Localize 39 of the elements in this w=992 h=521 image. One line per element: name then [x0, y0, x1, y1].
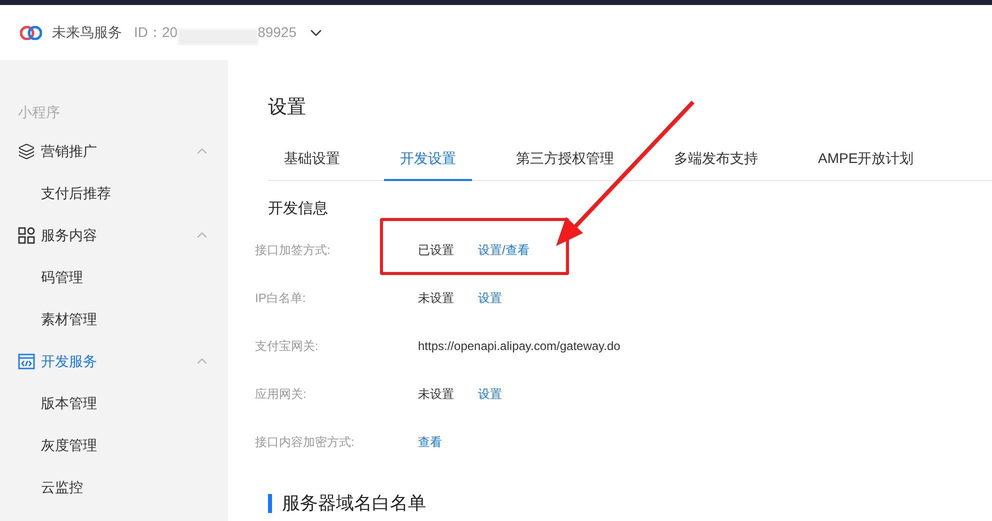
- heading-accent-bar: [268, 494, 272, 513]
- link[interactable]: 设置/查看: [478, 241, 530, 259]
- tab[interactable]: 第三方授权管理: [500, 138, 630, 181]
- link[interactable]: 设置: [478, 385, 502, 403]
- sidebar-item[interactable]: 云监控: [0, 466, 228, 508]
- page-title: 设置: [268, 96, 307, 120]
- sidebar-item[interactable]: 灰度管理: [0, 424, 228, 466]
- field-value: 已设置: [418, 242, 454, 259]
- field-value: 未设置: [418, 386, 454, 403]
- sidebar-item[interactable]: 支付后推荐: [0, 172, 228, 214]
- section-heading: 开发信息: [268, 199, 329, 219]
- code-window-icon: [18, 352, 35, 370]
- field-label: 支付宝网关:: [255, 338, 320, 355]
- id-text: 89925: [258, 23, 297, 42]
- sidebar-item[interactable]: 素材管理: [0, 298, 228, 340]
- sidebar-group[interactable]: 开发服务: [0, 340, 228, 382]
- grid-icon: [18, 226, 35, 244]
- tab[interactable]: AMPE开放计划: [802, 138, 930, 181]
- link[interactable]: 设置: [478, 289, 502, 307]
- field-label: 应用网关:: [255, 386, 308, 403]
- link[interactable]: 查看: [418, 433, 442, 451]
- tab[interactable]: 多端发布支持: [658, 138, 774, 181]
- sidebar-item[interactable]: 码管理: [0, 256, 228, 298]
- tab[interactable]: 基础设置: [268, 138, 356, 181]
- field-value: https://openapi.alipay.com/gateway.do: [418, 338, 620, 355]
- logo-icon: [20, 26, 42, 40]
- tab[interactable]: 开发设置: [384, 138, 472, 181]
- field-label: 接口加签方式:: [255, 242, 332, 259]
- sidebar-group[interactable]: 服务内容: [0, 214, 228, 256]
- section-heading: 服务器域名白名单: [282, 492, 426, 515]
- field-label: IP白名单:: [255, 290, 307, 307]
- app-name: 未来鸟服务: [52, 23, 122, 42]
- sidebar-group[interactable]: 营销推广: [0, 130, 228, 172]
- id-text: ID：20: [134, 23, 178, 42]
- layers-icon: [18, 142, 35, 160]
- sidebar-item[interactable]: 版本管理: [0, 382, 228, 424]
- field-value: 未设置: [418, 290, 454, 307]
- field-label: 接口内容加密方式:: [255, 434, 356, 451]
- sidebar-section-title: 小程序: [17, 103, 61, 122]
